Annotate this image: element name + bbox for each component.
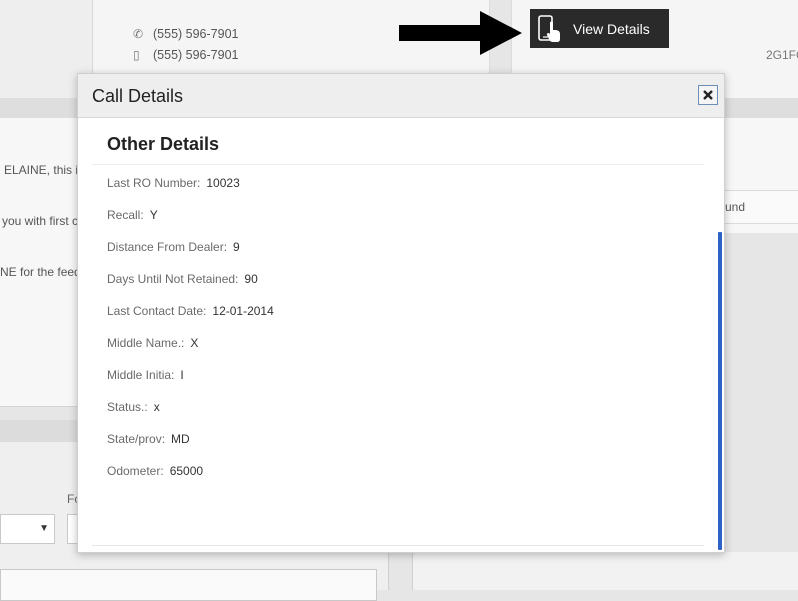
detail-label: State/prov: [107,432,166,446]
detail-label: Odometer: [107,464,164,478]
detail-value: I [180,368,184,382]
detail-label: Days Until Not Retained: [107,272,239,286]
detail-row: State/prov: MD [107,432,274,464]
detail-value: 65000 [169,464,204,478]
view-details-button[interactable]: View Details [530,9,669,48]
detail-row: Middle Initia: I [107,368,274,400]
phone-row-home: ✆ (555) 596-7901 [133,27,239,41]
gray-strip [0,420,78,442]
detail-label: Recall: [107,208,144,222]
detail-label: Last RO Number: [107,176,201,190]
scrollbar-thumb[interactable] [718,232,722,550]
phone-row-mobile: ▯ (555) 596-7901 [133,48,239,62]
detail-label: Middle Name.: [107,336,185,350]
chevron-down-icon: ▼ [39,523,49,534]
call-details-modal: Call Details Other Details Last RO Numbe… [77,73,725,553]
right-list-row[interactable]: und [722,190,798,224]
mobile-phone-icon: ▯ [133,48,140,62]
message-line-1: ELAINE, this is [4,163,85,177]
detail-value: 9 [233,240,240,254]
bottom-right-panel [412,552,798,590]
detail-value: 12-01-2014 [212,304,274,318]
close-button[interactable] [698,85,718,105]
detail-value: MD [171,432,190,446]
detail-row: Middle Name.: X [107,336,274,368]
message-panel: ELAINE, this is you with first c NE for … [0,118,84,407]
detail-label: Status.: [107,400,148,414]
detail-row: Last RO Number: 10023 [107,176,274,208]
detail-value: X [190,336,199,350]
divider [92,164,704,165]
detail-label: Last Contact Date: [107,304,207,318]
close-icon [703,90,713,100]
message-line-3: NE for the feed [0,265,81,279]
detail-row: Recall: Y [107,208,274,240]
modal-title: Call Details [92,86,184,106]
detail-value: 10023 [206,176,240,190]
modal-body[interactable]: Other Details Last RO Number: 10023 Recal… [78,117,724,552]
detail-value: Y [149,208,158,222]
detail-value: 90 [244,272,258,286]
arrow-right-icon [399,11,522,55]
mobile-tap-icon [530,14,570,44]
detail-row: Status.: x [107,400,274,432]
detail-row: Odometer: 65000 [107,464,274,496]
notes-textarea[interactable] [0,569,377,601]
dropdown-select[interactable]: ▼ [0,514,55,544]
modal-header: Call Details [78,74,724,118]
detail-value: x [153,400,160,414]
detail-label: Distance From Dealer: [107,240,228,254]
phone-icon: ✆ [133,27,144,41]
divider [92,545,704,546]
view-details-label: View Details [573,20,650,37]
details-list: Last RO Number: 10023 Recall: Y Distance F… [107,176,274,496]
detail-row: Last Contact Date: 12-01-2014 [107,304,274,336]
detail-row: Days Until Not Retained: 90 [107,272,274,304]
detail-label: Middle Initia: [107,368,175,382]
section-title: Other Details [107,134,220,154]
message-line-2: you with first c [2,214,79,228]
vin-fragment: 2G1FC [766,48,798,62]
detail-row: Distance From Dealer: 9 [107,240,274,272]
